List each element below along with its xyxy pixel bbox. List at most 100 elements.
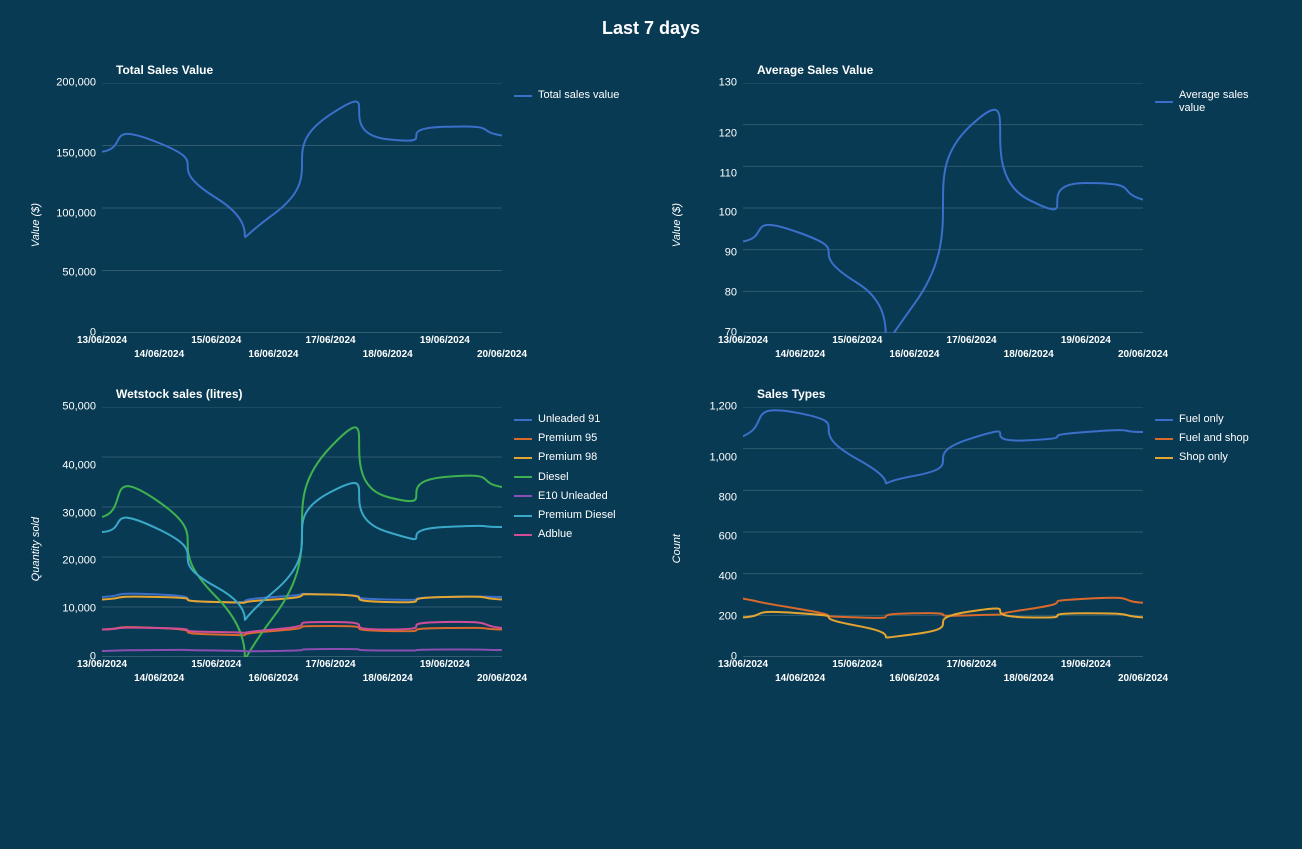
chart-title: Wetstock sales (litres): [116, 387, 631, 401]
legend-item: Premium Diesel: [514, 509, 616, 522]
legend-swatch: [514, 438, 532, 440]
chart-title: Total Sales Value: [116, 63, 631, 77]
legend-item: Premium 98: [514, 451, 616, 464]
legend-label: Fuel and shop: [1179, 432, 1249, 445]
y-tick-label: 150,000: [56, 148, 96, 159]
y-tick-label: 50,000: [62, 268, 96, 279]
y-tick-label: 800: [719, 492, 737, 503]
y-tick-label: 400: [719, 572, 737, 583]
x-tick-label: 16/06/2024: [889, 349, 939, 360]
chart-series-line: [102, 649, 502, 651]
legend-item: Unleaded 91: [514, 413, 616, 426]
y-ticks: 200,000150,000100,00050,0000: [52, 83, 102, 333]
legend-item: Premium 95: [514, 432, 616, 445]
y-tick-label: 50,000: [62, 402, 96, 413]
y-ticks: 50,00040,00030,00020,00010,0000: [52, 407, 102, 657]
y-ticks: 1,2001,0008006004002000: [693, 407, 743, 657]
dashboard-grid: Total Sales Value Value ($) 200,000150,0…: [0, 43, 1302, 721]
chart-plot: [743, 407, 1143, 657]
y-tick-label: 200,000: [56, 78, 96, 89]
legend-swatch: [514, 495, 532, 497]
legend-swatch: [1155, 457, 1173, 459]
x-ticks: 13/06/202414/06/202415/06/202416/06/2024…: [102, 657, 502, 691]
x-tick-label: 19/06/2024: [1061, 659, 1111, 670]
chart-series-line: [743, 608, 1143, 637]
chart-panel-total-sales: Total Sales Value Value ($) 200,000150,0…: [30, 63, 631, 367]
x-tick-label: 18/06/2024: [1004, 673, 1054, 684]
legend-swatch: [514, 95, 532, 97]
x-tick-label: 18/06/2024: [363, 673, 413, 684]
legend-swatch: [514, 457, 532, 459]
y-tick-label: 1,200: [709, 402, 737, 413]
chart-title: Sales Types: [757, 387, 1272, 401]
legend-label: Premium Diesel: [538, 509, 616, 522]
x-tick-label: 15/06/2024: [191, 335, 241, 346]
legend-label: Unleaded 91: [538, 413, 600, 426]
x-tick-label: 14/06/2024: [134, 673, 184, 684]
legend-swatch: [514, 419, 532, 421]
legend-swatch: [514, 476, 532, 478]
chart-plot: [102, 83, 502, 333]
y-tick-label: 100: [719, 208, 737, 219]
legend-item: Average sales value: [1155, 89, 1265, 115]
y-tick-label: 200: [719, 612, 737, 623]
y-axis-label: Value ($): [671, 203, 689, 247]
y-tick-label: 10,000: [62, 604, 96, 615]
legend-label: Diesel: [538, 471, 569, 484]
chart-series-line: [743, 110, 1143, 333]
y-axis-label: Quantity sold: [30, 517, 48, 581]
y-tick-label: 90: [725, 248, 737, 259]
x-tick-label: 19/06/2024: [420, 659, 470, 670]
x-tick-label: 19/06/2024: [1061, 335, 1111, 346]
x-tick-label: 17/06/2024: [306, 335, 356, 346]
x-ticks: 13/06/202414/06/202415/06/202416/06/2024…: [102, 333, 502, 367]
x-tick-label: 17/06/2024: [306, 659, 356, 670]
x-tick-label: 13/06/2024: [77, 335, 127, 346]
y-axis-label: Value ($): [30, 203, 48, 247]
chart-series-line: [102, 101, 502, 236]
y-ticks: 130120110100908070: [693, 83, 743, 333]
legend-swatch: [514, 534, 532, 536]
chart-legend: Unleaded 91 Premium 95 Premium 98 Diesel E10…: [514, 413, 616, 541]
x-tick-label: 14/06/2024: [775, 673, 825, 684]
x-tick-label: 16/06/2024: [248, 349, 298, 360]
chart-plot: [102, 407, 502, 657]
x-tick-label: 20/06/2024: [1118, 673, 1168, 684]
y-tick-label: 120: [719, 128, 737, 139]
y-tick-label: 600: [719, 532, 737, 543]
y-tick-label: 80: [725, 288, 737, 299]
x-tick-label: 15/06/2024: [832, 659, 882, 670]
legend-swatch: [1155, 438, 1173, 440]
legend-label: Total sales value: [538, 89, 619, 102]
x-tick-label: 13/06/2024: [77, 659, 127, 670]
chart-panel-sales-types: Sales Types Count 1,2001,000800600400200…: [671, 387, 1272, 691]
legend-item: Fuel only: [1155, 413, 1255, 426]
x-tick-label: 13/06/2024: [718, 335, 768, 346]
y-tick-label: 40,000: [62, 460, 96, 471]
legend-label: Premium 95: [538, 432, 597, 445]
legend-swatch: [1155, 101, 1173, 103]
x-tick-label: 17/06/2024: [947, 335, 997, 346]
chart-legend: Total sales value: [514, 89, 619, 102]
legend-swatch: [1155, 419, 1173, 421]
x-tick-label: 13/06/2024: [718, 659, 768, 670]
chart-panel-wetstock: Wetstock sales (litres) Quantity sold 50…: [30, 387, 631, 691]
chart-legend: Average sales value: [1155, 89, 1265, 115]
page-title: Last 7 days: [0, 0, 1302, 43]
x-tick-label: 19/06/2024: [420, 335, 470, 346]
y-tick-label: 20,000: [62, 556, 96, 567]
x-tick-label: 15/06/2024: [832, 335, 882, 346]
y-tick-label: 130: [719, 78, 737, 89]
x-tick-label: 16/06/2024: [248, 673, 298, 684]
y-tick-label: 1,000: [709, 452, 737, 463]
legend-swatch: [514, 515, 532, 517]
legend-label: E10 Unleaded: [538, 490, 608, 503]
legend-label: Average sales value: [1179, 89, 1265, 115]
x-tick-label: 20/06/2024: [477, 673, 527, 684]
x-tick-label: 14/06/2024: [134, 349, 184, 360]
legend-item: Diesel: [514, 471, 616, 484]
chart-title: Average Sales Value: [757, 63, 1272, 77]
legend-item: Adblue: [514, 528, 616, 541]
chart-plot: [743, 83, 1143, 333]
legend-item: Fuel and shop: [1155, 432, 1255, 445]
